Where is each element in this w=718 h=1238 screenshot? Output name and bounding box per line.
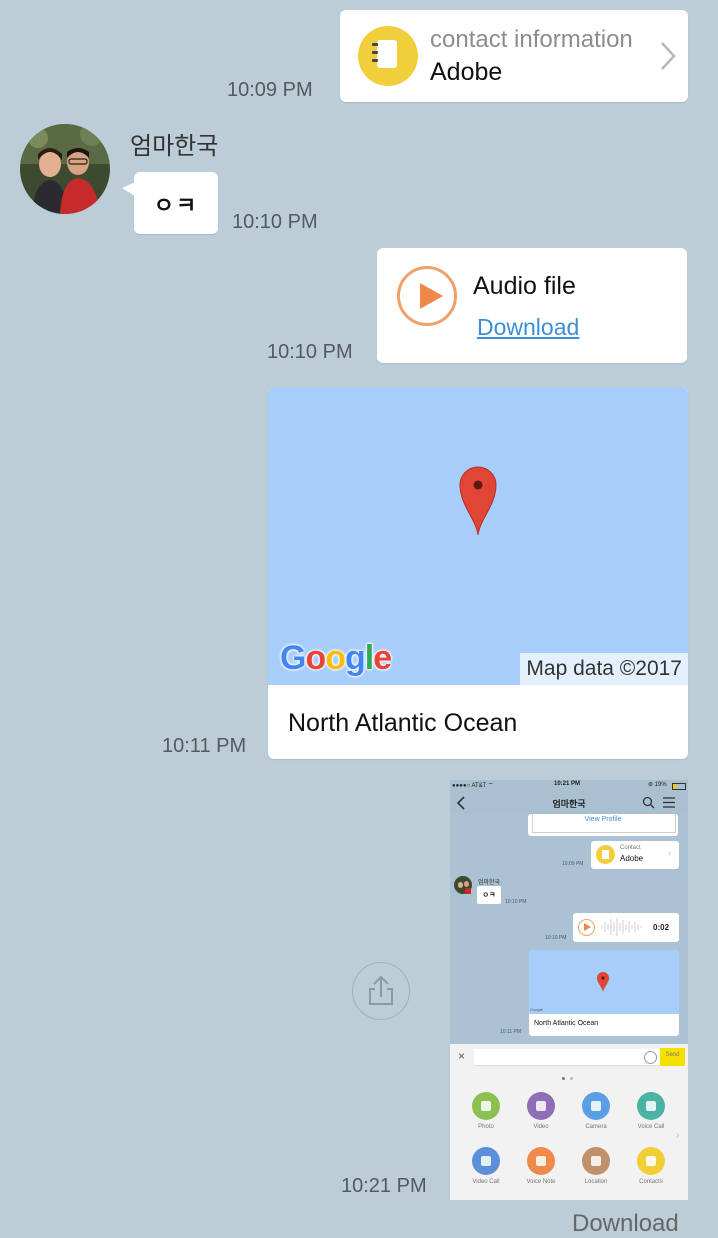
thumb-friend-name: 엄마한국 [478, 880, 501, 886]
thumb-time: 10:11 PM [500, 1029, 522, 1035]
friend-message-text: ㅇㅋ [153, 193, 199, 218]
thumb-view-profile: View Profile [584, 816, 622, 823]
friend-name: 엄마한국 [130, 133, 219, 160]
contact-card-message[interactable]: contact information Adobe [340, 10, 688, 102]
thumb-app-label: Camera [585, 1124, 607, 1130]
friend-message-bubble[interactable]: ㅇㅋ [122, 172, 218, 234]
thumb-app-icon [472, 1092, 500, 1120]
google-logo: Google [280, 639, 392, 677]
thumb-battery: ⊛ 19% [648, 782, 667, 788]
thumb-app-icon [527, 1147, 555, 1175]
message-timestamp: 10:21 PM [341, 1175, 427, 1197]
menu-icon [663, 797, 675, 808]
thumb-app-icon [637, 1092, 665, 1120]
screenshot-download-link[interactable]: Download [572, 1210, 679, 1238]
thumb-app-label: Video [533, 1124, 549, 1130]
map-caption: North Atlantic Ocean [288, 709, 518, 737]
map-view[interactable]: Google Map data ©2017 [268, 387, 688, 685]
thumb-app-label: Contacts [639, 1179, 663, 1185]
search-icon [642, 796, 655, 809]
thumb-app-icon [582, 1147, 610, 1175]
thumb-time: 10:10 PM [505, 899, 527, 905]
chevron-right-icon [661, 42, 676, 70]
contact-card-label: contact information [430, 26, 633, 53]
thumb-app-label: Photo [478, 1124, 494, 1130]
play-icon[interactable] [397, 266, 457, 326]
thumb-clock: 10:21 PM [554, 781, 581, 787]
thumb-app-icon [527, 1092, 555, 1120]
thumb-app-icon [637, 1147, 665, 1175]
message-timestamp: 10:10 PM [267, 341, 353, 363]
audio-file-title: Audio file [473, 272, 576, 300]
thumb-carrier: ●●●●○ AT&T ⌔ [452, 783, 494, 789]
thumb-app-label: Voice Call [637, 1124, 665, 1130]
contact-card-name: Adobe [430, 58, 503, 86]
thumb-app-icon [582, 1092, 610, 1120]
thumb-app-label: Location [584, 1179, 608, 1185]
map-location-message[interactable]: Google Map data ©2017 North Atlantic Oce… [268, 387, 688, 759]
map-attribution: Map data ©2017 [520, 653, 688, 685]
friend-avatar[interactable] [20, 124, 110, 214]
message-timestamp: 10:11 PM [162, 735, 247, 757]
map-pin-icon [459, 466, 497, 536]
share-icon[interactable] [352, 962, 410, 1020]
thumb-audio-duration: 0:02 [653, 923, 670, 932]
audio-file-message[interactable]: Audio file Download [377, 248, 687, 363]
thumb-map-caption: North Atlantic Ocean [534, 1020, 599, 1027]
thumb-friend-text: ㅇㅋ [482, 892, 496, 899]
message-timestamp: 10:09 PM [227, 79, 313, 101]
thumb-app-label: Voice Note [526, 1179, 556, 1185]
thumb-app-icon [472, 1147, 500, 1175]
thumb-contact-name: Adobe [620, 854, 644, 863]
thumb-map-logo: Google [530, 1007, 543, 1012]
screenshot-thumbnail[interactable]: ●●●●○ AT&T ⌔ 10:21 PM ⊛ 19% 엄마한국 View Pr… [450, 780, 688, 1200]
audio-download-link[interactable]: Download [477, 314, 579, 341]
thumb-time: 10:10 PM [545, 935, 567, 941]
contact-book-icon [358, 26, 418, 86]
message-timestamp: 10:10 PM [232, 211, 318, 233]
thumb-time: 10:09 PM [562, 861, 584, 867]
thumb-contact-label: Contact [620, 845, 641, 851]
thumb-send-button: Send [665, 1052, 680, 1058]
thumb-app-label: Video Call [472, 1179, 500, 1185]
